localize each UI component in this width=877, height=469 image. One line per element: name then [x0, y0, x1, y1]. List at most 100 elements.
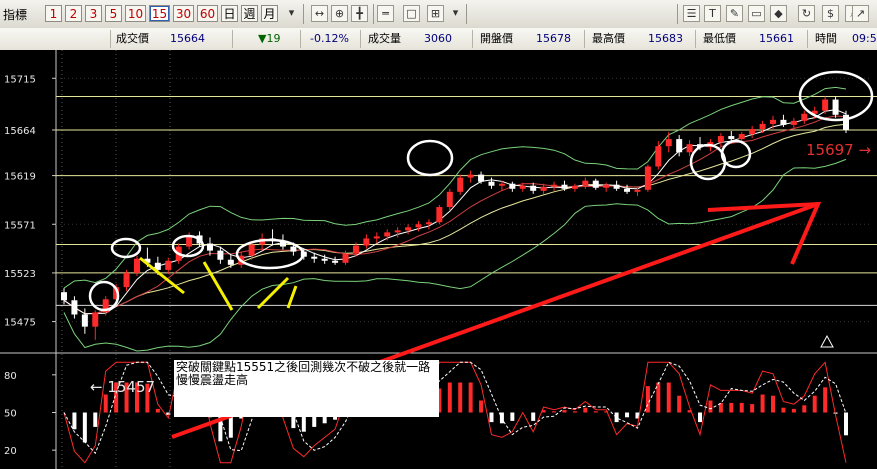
layout-a-icon[interactable]: ☰	[683, 5, 700, 22]
candle-body	[551, 184, 558, 187]
osc-histogram-bar	[103, 394, 108, 413]
quote-label-6: 最低價	[703, 32, 736, 45]
candle-body	[790, 120, 797, 125]
chart-icon[interactable]: ↗	[852, 5, 869, 22]
period-button-4[interactable]: 10	[125, 5, 146, 22]
candle-body	[530, 185, 537, 191]
osc-histogram-bar	[844, 412, 848, 436]
candle-body	[61, 292, 67, 301]
candle-body	[405, 227, 412, 231]
indicator-menu-label[interactable]: 指標	[3, 6, 27, 23]
candle-body	[290, 246, 297, 252]
period-button-6[interactable]: 30	[173, 5, 194, 22]
pen-tool-icon[interactable]: ✎	[726, 5, 743, 22]
dropdown-arrow-icon[interactable]: ▾	[287, 5, 296, 22]
candle-body	[415, 224, 422, 228]
single-frame-icon[interactable]: □	[403, 5, 420, 22]
remove-grid-icon[interactable]: ═	[377, 5, 394, 22]
osc-histogram-bar	[562, 410, 567, 413]
candle-body	[759, 123, 766, 129]
price-tick-label: 15619	[4, 172, 36, 183]
period-button-9[interactable]: 週	[241, 5, 258, 22]
candle-body	[738, 134, 745, 140]
period-button-5[interactable]: 15	[149, 5, 170, 22]
candle-body	[467, 174, 474, 178]
osc-histogram-bar	[812, 395, 817, 413]
osc-histogram-bar	[447, 382, 452, 413]
osc-histogram-bar	[572, 411, 577, 413]
quote-value-7: 09:58	[852, 32, 877, 45]
high-label: 15697 →	[806, 141, 872, 159]
period-button-3[interactable]: 5	[105, 5, 122, 22]
text-tool-icon[interactable]: T	[704, 5, 721, 22]
candle-body	[384, 232, 391, 237]
candle-body	[540, 186, 547, 191]
quote-value-1: ▼19	[258, 32, 281, 45]
period-button-0[interactable]: 1	[45, 5, 62, 22]
candle-body	[321, 258, 328, 261]
osc-histogram-bar	[698, 412, 703, 423]
period-button-2[interactable]: 3	[85, 5, 102, 22]
osc-histogram-bar	[823, 387, 828, 413]
candle-body	[780, 119, 787, 125]
osc-histogram-bar	[781, 407, 786, 413]
zoom-icon[interactable]: ⊕	[331, 5, 348, 22]
period-button-1[interactable]: 2	[65, 5, 82, 22]
candle-body	[332, 260, 339, 263]
annotation-note: 突破關鍵點15551之後回測幾次不破之後就一路慢慢震盪走高	[174, 360, 439, 417]
candle-body	[603, 184, 610, 188]
osc-histogram-bar	[468, 382, 473, 413]
quote-divider	[360, 30, 361, 48]
candle-body	[582, 180, 589, 186]
color-tool-icon[interactable]: ◆	[770, 5, 787, 22]
period-button-10[interactable]: 月	[261, 5, 278, 22]
candle-body	[571, 185, 578, 189]
osc-histogram-bar	[593, 411, 598, 413]
osc-histogram-bar	[625, 412, 630, 418]
period-button-7[interactable]: 60	[197, 5, 218, 22]
quote-value-2: -0.12%	[310, 32, 349, 45]
candle-body	[749, 128, 756, 135]
multi-frame-icon[interactable]: ⊞	[427, 5, 444, 22]
candle-body	[592, 180, 599, 188]
period-button-8[interactable]: 日	[221, 5, 238, 22]
crosshair-icon[interactable]: ↔	[311, 5, 328, 22]
candle-body	[217, 250, 224, 260]
osc-histogram-bar	[72, 412, 77, 430]
money-icon[interactable]: $	[822, 5, 839, 22]
low-label: ← 15457	[90, 378, 156, 396]
candle-body	[81, 314, 88, 327]
dropdown-arrow-icon[interactable]: ▾	[451, 5, 460, 22]
candle-body	[206, 243, 213, 251]
candle-body	[561, 184, 568, 189]
candle-body	[822, 99, 829, 111]
refresh-icon[interactable]: ↻	[798, 5, 815, 22]
candle-body	[478, 174, 485, 182]
candle-body	[457, 177, 464, 192]
quote-divider	[695, 30, 696, 48]
candle-body	[123, 272, 130, 288]
candle-body	[342, 253, 349, 263]
add-grid-icon[interactable]: ╋	[351, 5, 368, 22]
price-tick-label: 15715	[4, 74, 36, 85]
osc-histogram-bar	[510, 412, 515, 421]
toolbar-separator	[466, 4, 467, 24]
candle-body	[311, 256, 318, 259]
candle-body	[770, 119, 777, 124]
osc-histogram-bar	[82, 412, 87, 443]
osc-histogram-bar	[645, 386, 650, 413]
candle-body	[227, 259, 234, 265]
candle-body	[71, 300, 78, 315]
candle-body	[832, 99, 839, 115]
osc-histogram-bar	[614, 412, 619, 423]
candle-body	[425, 222, 432, 225]
candle-body	[644, 166, 651, 190]
eraser-tool-icon[interactable]: ▭	[748, 5, 765, 22]
quote-divider	[300, 30, 301, 48]
candle-body	[488, 181, 495, 186]
quote-divider	[110, 30, 111, 48]
candle-body	[717, 136, 724, 143]
candle-body	[363, 238, 370, 246]
toolbar: 指標 123510153060日週月 ▾↔⊕╋═□⊞▾☰T✎▭◆↻$⌕↗	[0, 0, 877, 29]
candle-body	[728, 136, 735, 140]
